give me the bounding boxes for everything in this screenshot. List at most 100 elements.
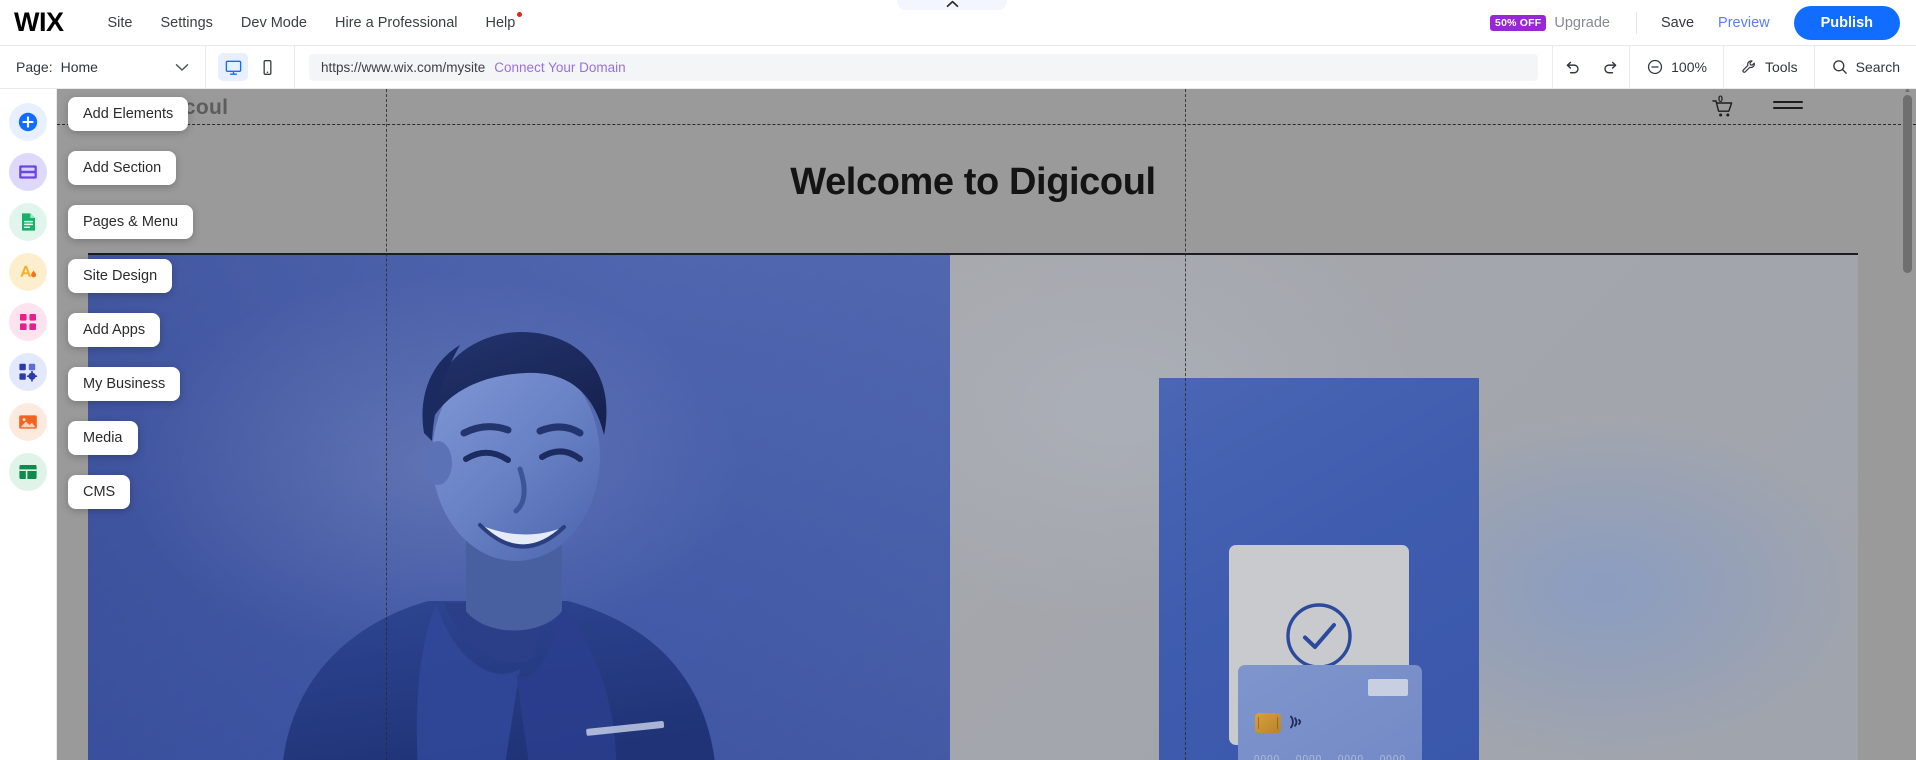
wix-editor-window: WIX Site Settings Dev Mode Hire a Profes…	[0, 0, 1916, 760]
card-digit-group: 0000	[1295, 754, 1323, 760]
promo-badge: 50% OFF	[1490, 14, 1547, 31]
site-header: Digicoul 0	[88, 89, 1858, 126]
add-section-icon	[19, 165, 37, 179]
site-stage: Digicoul 0	[88, 89, 1858, 760]
desktop-icon	[225, 60, 241, 75]
top-menu-items: Site Settings Dev Mode Hire a Profession…	[94, 9, 530, 37]
site-canvas[interactable]: Digicoul 0	[57, 89, 1916, 760]
menu-item-help-label: Help	[485, 14, 516, 31]
card-digit-group: 0000	[1254, 754, 1281, 760]
hero-photo[interactable]	[88, 255, 950, 760]
check-circle-icon	[1286, 603, 1352, 669]
scrollbar-thumb[interactable]	[1903, 95, 1912, 273]
canvas-scrollbar[interactable]: ▲	[1903, 85, 1912, 755]
sidebar-item-add-apps[interactable]	[9, 303, 47, 341]
sidebar-item-site-design[interactable]	[9, 253, 47, 291]
viewport-switcher	[206, 53, 294, 81]
hamburger-icon	[1773, 101, 1803, 109]
tooltip-media[interactable]: Media	[68, 421, 138, 455]
vertical-guide	[386, 89, 387, 760]
tooltip-cms[interactable]: CMS	[68, 475, 131, 509]
mobile-view-button[interactable]	[252, 53, 282, 81]
upgrade-link[interactable]: Upgrade	[1554, 15, 1624, 31]
redo-button[interactable]	[1591, 46, 1629, 89]
preview-button[interactable]: Preview	[1706, 15, 1782, 31]
top-bar-actions: 50% OFF Upgrade Save Preview Publish	[1490, 5, 1916, 40]
search-button[interactable]: Search	[1815, 46, 1916, 89]
collapse-toolbar-tab[interactable]	[897, 0, 1007, 10]
connect-domain-link[interactable]: Connect Your Domain	[494, 60, 625, 75]
wrench-icon	[1742, 60, 1755, 73]
horizontal-guide	[57, 124, 1916, 125]
tooltip-site-design[interactable]: Site Design	[68, 259, 173, 293]
add-elements-icon	[18, 112, 38, 132]
tools-button[interactable]: Tools	[1724, 46, 1814, 89]
divider	[1635, 11, 1637, 34]
cms-icon	[19, 465, 37, 479]
undo-icon	[1566, 61, 1579, 73]
hamburger-menu-button[interactable]	[1773, 98, 1803, 117]
publish-button[interactable]: Publish	[1793, 5, 1900, 40]
sidebar-item-pages-menu[interactable]	[9, 203, 47, 241]
desktop-view-button[interactable]	[218, 53, 248, 81]
tooltip-add-section[interactable]: Add Section	[68, 151, 177, 185]
tooltip-my-business[interactable]: My Business	[68, 367, 181, 401]
card-digit-group: 0000	[1337, 754, 1365, 760]
hero-heading[interactable]: Welcome to Digicoul	[88, 161, 1858, 204]
menu-item-dev-mode-label: Dev Mode	[240, 14, 307, 31]
menu-item-settings[interactable]: Settings	[147, 9, 227, 37]
tools-label: Tools	[1764, 59, 1798, 75]
tooltip-add-apps[interactable]: Add Apps	[68, 313, 161, 347]
zoom-control[interactable]: 100%	[1630, 46, 1723, 89]
redo-icon	[1603, 61, 1616, 73]
contactless-icon	[1290, 715, 1301, 729]
tooltip-pages-menu[interactable]: Pages & Menu	[68, 205, 194, 239]
my-business-icon	[19, 363, 38, 382]
undo-button[interactable]	[1553, 46, 1591, 89]
cart-count-badge: 0	[1718, 93, 1724, 104]
sidebar-item-my-business[interactable]	[9, 353, 47, 391]
divider	[294, 45, 295, 89]
zoom-level-label: 100%	[1671, 59, 1707, 75]
toolbar-actions: 100% Tools Search	[1553, 45, 1916, 89]
site-url-bar[interactable]: https://www.wix.com/mysite Connect Your …	[309, 53, 1539, 81]
menu-item-help[interactable]: Help	[472, 9, 530, 37]
page-selector-value: Home	[60, 59, 98, 75]
tooltip-add-elements[interactable]: Add Elements	[68, 97, 189, 131]
hero-graphic-pane[interactable]: 0000 0000 0000 0000	[950, 255, 1858, 760]
page-selector[interactable]: Page: Home	[0, 46, 205, 88]
card-brand-logo	[1368, 679, 1408, 696]
save-button[interactable]: Save	[1649, 15, 1706, 31]
media-icon	[19, 415, 37, 429]
card-number: 0000 0000 0000 0000	[1254, 754, 1406, 760]
menu-item-hire-label: Hire a Professional	[335, 14, 458, 31]
notification-dot-icon	[517, 11, 523, 17]
zoom-out-icon	[1648, 59, 1663, 75]
search-label: Search	[1855, 59, 1900, 75]
menu-item-dev-mode[interactable]: Dev Mode	[227, 9, 321, 37]
vertical-guide	[1185, 89, 1186, 760]
chevron-down-icon	[175, 63, 189, 72]
page-selector-label: Page:	[16, 59, 53, 75]
credit-card-graphic: 0000 0000 0000 0000	[1238, 665, 1422, 760]
site-header-actions: 0	[1711, 93, 1803, 119]
top-menu-bar: WIX Site Settings Dev Mode Hire a Profes…	[0, 0, 1916, 46]
menu-item-settings-label: Settings	[160, 14, 213, 31]
chevron-up-icon	[946, 0, 958, 8]
menu-item-site-label: Site	[107, 14, 133, 31]
sidebar-item-cms[interactable]	[9, 453, 47, 491]
editor-toolbar: Page: Home https://www.wix.com/mysite Co…	[0, 45, 1916, 89]
menu-item-site[interactable]: Site	[94, 9, 147, 37]
site-design-icon	[20, 265, 37, 278]
sidebar-item-add-section[interactable]	[9, 153, 47, 191]
wix-logo[interactable]: WIX	[14, 9, 64, 36]
card-digit-group: 0000	[1379, 754, 1406, 760]
add-apps-icon	[20, 314, 36, 330]
left-sidebar	[0, 89, 57, 760]
cart-button[interactable]: 0	[1711, 93, 1735, 119]
sidebar-item-add-elements[interactable]	[9, 103, 47, 141]
pages-menu-icon	[22, 213, 35, 231]
menu-item-hire-a-professional[interactable]: Hire a Professional	[321, 9, 472, 37]
sidebar-item-media[interactable]	[9, 403, 47, 441]
person-portrait-image	[283, 331, 715, 760]
